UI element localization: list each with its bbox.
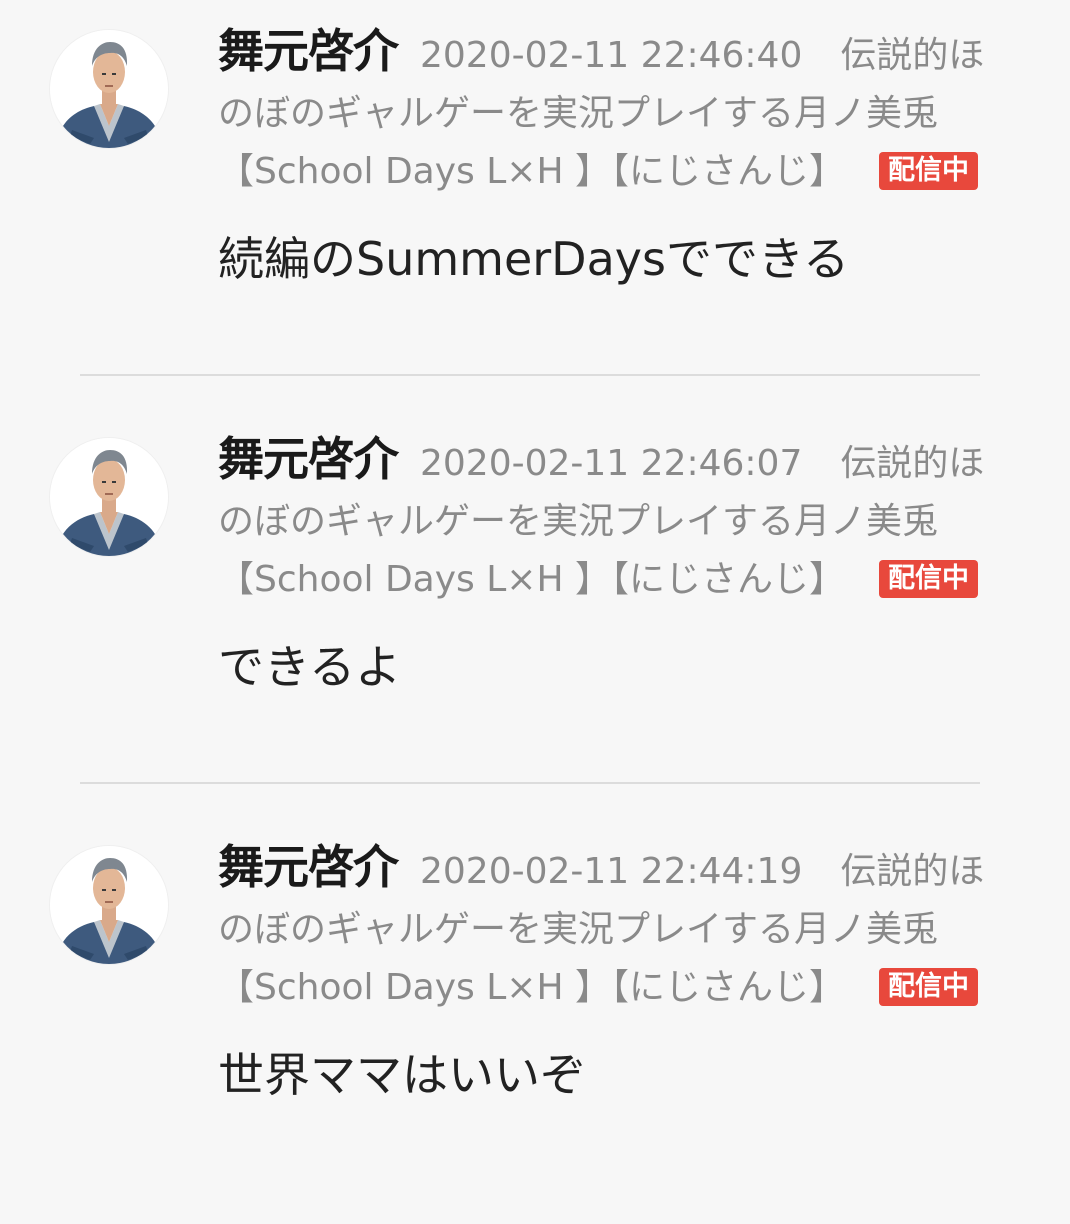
comment-feed: 舞元啓介 2020-02-11 22:46:40 伝説的ほのぼのギャルゲーを実況プレ… — [0, 0, 1070, 1143]
timestamp: 2020-02-11 22:46:07 — [420, 443, 803, 484]
live-badge: 配信中 — [878, 152, 978, 190]
live-badge: 配信中 — [878, 968, 978, 1006]
comment-item[interactable]: 舞元啓介 2020-02-11 22:44:19 伝説的ほのぼのギャルゲーを実況プレ… — [0, 816, 1070, 1224]
avatar-icon[interactable] — [50, 438, 168, 556]
comment-item[interactable]: 舞元啓介 2020-02-11 22:46:40 伝説的ほのぼのギャルゲーを実況プレ… — [0, 0, 1070, 408]
username[interactable]: 舞元啓介 — [218, 840, 399, 894]
comment-item[interactable]: 舞元啓介 2020-02-11 22:46:07 伝説的ほのぼのギャルゲーを実況プレ… — [0, 408, 1070, 816]
divider — [80, 374, 980, 376]
divider — [80, 782, 980, 784]
avatar-icon[interactable] — [50, 30, 168, 148]
comment-meta: 舞元啓介 2020-02-11 22:46:07 伝説的ほのぼのギャルゲーを実況プレ… — [218, 430, 1008, 609]
username[interactable]: 舞元啓介 — [218, 24, 399, 78]
timestamp: 2020-02-11 22:46:40 — [420, 35, 803, 76]
comment-message: 続編のSummerDaysでできる — [218, 232, 850, 286]
comment-message: 世界ママはいいぞ — [218, 1048, 586, 1102]
timestamp: 2020-02-11 22:44:19 — [420, 851, 803, 892]
live-badge: 配信中 — [878, 560, 978, 598]
comment-meta: 舞元啓介 2020-02-11 22:44:19 伝説的ほのぼのギャルゲーを実況プレ… — [218, 838, 1008, 1017]
avatar-icon[interactable] — [50, 846, 168, 964]
comment-meta: 舞元啓介 2020-02-11 22:46:40 伝説的ほのぼのギャルゲーを実況プレ… — [218, 22, 1008, 201]
username[interactable]: 舞元啓介 — [218, 432, 399, 486]
comment-message: できるよ — [218, 640, 402, 694]
